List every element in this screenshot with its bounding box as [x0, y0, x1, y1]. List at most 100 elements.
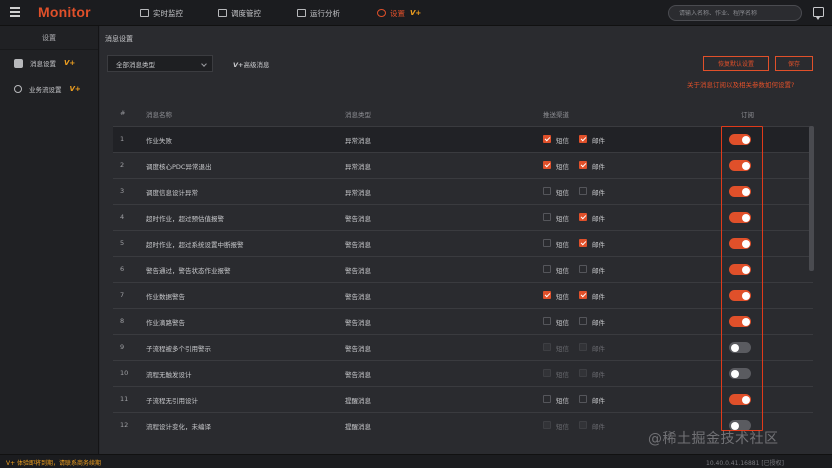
top-bar: Monitor 实时监控 调度管控 运行分析 设置 V+ [0, 0, 832, 26]
mail-checkbox [579, 369, 587, 377]
nav-schedule-control[interactable]: 调度管控 [218, 0, 261, 26]
mail-label: 邮件 [592, 137, 605, 145]
sms-label: 短信 [556, 137, 569, 145]
sms-label: 短信 [556, 371, 569, 379]
subscribe-toggle[interactable] [729, 368, 751, 379]
mail-checkbox[interactable] [579, 291, 587, 299]
row-number: 11 [120, 395, 129, 403]
subscribe-toggle[interactable] [729, 394, 751, 405]
save-button[interactable]: 保存 [775, 56, 813, 71]
table-scrollbar[interactable] [809, 126, 814, 271]
row-number: 4 [120, 213, 125, 221]
sms-label: 短信 [556, 397, 569, 405]
message-name: 作业数据警告 [146, 293, 185, 301]
sms-checkbox [543, 343, 551, 351]
gear-icon [377, 9, 386, 17]
mail-checkbox[interactable] [579, 239, 587, 247]
sms-checkbox [543, 421, 551, 429]
sms-checkbox[interactable] [543, 291, 551, 299]
toggle-knob [741, 265, 750, 274]
mail-label: 邮件 [592, 267, 605, 275]
toggle-knob [741, 187, 750, 196]
row-number: 3 [120, 187, 125, 195]
sms-label: 短信 [556, 267, 569, 275]
message-type: 警告消息 [345, 293, 371, 301]
chevron-down-icon [201, 61, 207, 67]
advanced-messages-link[interactable]: V+高级消息 [233, 59, 269, 69]
subscribe-toggle[interactable] [729, 160, 751, 171]
message-name: 流程设计变化，未编译 [146, 423, 211, 431]
subscribe-toggle[interactable] [729, 212, 751, 223]
toggle-knob [741, 135, 750, 144]
nav-run-analysis[interactable]: 运行分析 [297, 0, 340, 26]
version-info: 10.40.0.41.16881 [已授权] [706, 460, 785, 467]
mail-checkbox[interactable] [579, 213, 587, 221]
subscribe-toggle[interactable] [729, 342, 751, 353]
table-row: 8 作业滴路警告 警告消息 短信 邮件 [113, 308, 813, 334]
sidebar: 设置 消息设置 V+ 业务流设置 V+ [0, 26, 99, 454]
sms-checkbox [543, 369, 551, 377]
subscribe-toggle[interactable] [729, 238, 751, 249]
sms-checkbox[interactable] [543, 213, 551, 221]
table-row: 4 超时作业，超过预估值报警 警告消息 短信 邮件 [113, 204, 813, 230]
search-input[interactable] [679, 9, 797, 17]
row-number: 7 [120, 291, 125, 299]
mail-label: 邮件 [592, 241, 605, 249]
sms-label: 短信 [556, 319, 569, 327]
search-box[interactable] [668, 5, 802, 21]
help-link[interactable]: 关于消息订阅以及相关参数如何设置? [687, 79, 794, 89]
message-settings-icon [14, 58, 23, 68]
mail-label: 邮件 [592, 371, 605, 379]
mail-label: 邮件 [592, 319, 605, 327]
mail-checkbox[interactable] [579, 161, 587, 169]
row-number: 2 [120, 161, 125, 169]
sms-checkbox[interactable] [543, 161, 551, 169]
sms-checkbox[interactable] [543, 265, 551, 273]
vplus-badge: V+ [64, 59, 76, 67]
row-number: 8 [120, 317, 125, 325]
mail-label: 邮件 [592, 423, 605, 431]
message-type: 异常消息 [345, 189, 371, 197]
sidebar-item-message-settings[interactable]: 消息设置 V+ [0, 50, 98, 76]
message-name: 子流程无引用设计 [146, 397, 198, 405]
mail-checkbox[interactable] [579, 135, 587, 143]
message-name: 子流程被多个引用警示 [146, 345, 211, 353]
mail-checkbox[interactable] [579, 317, 587, 325]
table-row: 11 子流程无引用设计 提醒消息 短信 邮件 [113, 386, 813, 412]
table-row: 10 流程无触发设计 警告消息 短信 邮件 [113, 360, 813, 386]
sms-label: 短信 [556, 241, 569, 249]
message-type: 警告消息 [345, 345, 371, 353]
subscribe-toggle[interactable] [729, 186, 751, 197]
menu-icon[interactable] [10, 7, 20, 19]
message-type-select[interactable]: 全部消息类型 [107, 55, 213, 72]
message-name: 超时作业，超过预估值报警 [146, 215, 224, 223]
mail-checkbox[interactable] [579, 187, 587, 195]
page-title: 消息设置 [105, 35, 133, 43]
message-type: 警告消息 [345, 319, 371, 327]
link-icon [14, 85, 22, 93]
subscribe-toggle[interactable] [729, 290, 751, 301]
sms-checkbox[interactable] [543, 187, 551, 195]
nav-realtime-monitor[interactable]: 实时监控 [140, 0, 183, 26]
sidebar-title: 设置 [0, 26, 98, 50]
mail-checkbox[interactable] [579, 395, 587, 403]
mail-checkbox[interactable] [579, 265, 587, 273]
subscribe-toggle[interactable] [729, 264, 751, 275]
restore-default-button[interactable]: 恢复默认设置 [703, 56, 769, 71]
sms-checkbox[interactable] [543, 317, 551, 325]
sidebar-item-business-flow-settings[interactable]: 业务流设置 V+ [0, 76, 98, 102]
sms-checkbox[interactable] [543, 395, 551, 403]
table-row: 5 超时作业，超过系统设置中断报警 警告消息 短信 邮件 [113, 230, 813, 256]
main-content: 消息设置 全部消息类型 V+高级消息 恢复默认设置 保存 关于消息订阅以及相关参… [100, 26, 832, 454]
message-type: 提醒消息 [345, 423, 371, 431]
table-row: 3 调度信息设计异常 异常消息 短信 邮件 [113, 178, 813, 204]
sms-checkbox[interactable] [543, 239, 551, 247]
message-icon[interactable] [813, 7, 824, 20]
nav-settings[interactable]: 设置 V+ [377, 0, 421, 26]
table-row: 1 作业失败 异常消息 短信 邮件 [113, 126, 813, 152]
sms-label: 短信 [556, 163, 569, 171]
subscribe-toggle[interactable] [729, 134, 751, 145]
mail-label: 邮件 [592, 163, 605, 171]
subscribe-toggle[interactable] [729, 316, 751, 327]
sms-checkbox[interactable] [543, 135, 551, 143]
